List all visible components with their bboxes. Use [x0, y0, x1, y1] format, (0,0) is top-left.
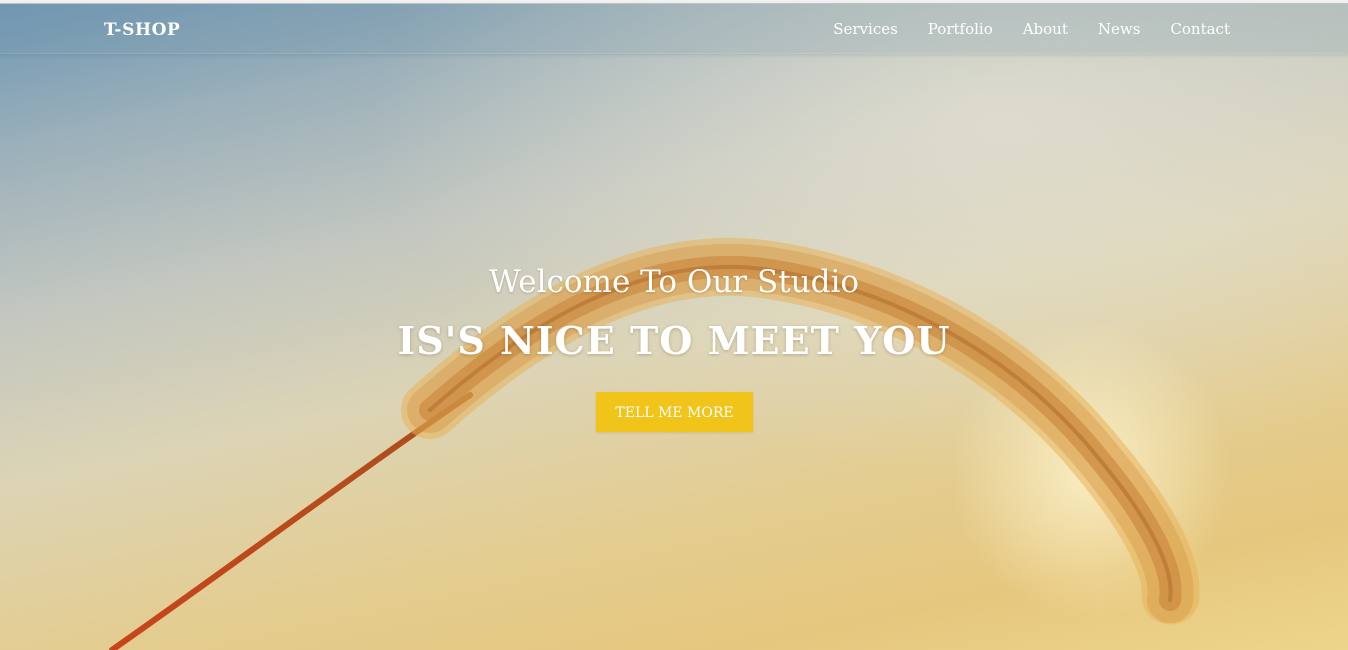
nav-link-news[interactable]: News: [1098, 20, 1141, 38]
tell-me-more-button[interactable]: TELL ME MORE: [596, 392, 753, 432]
brand-logo[interactable]: T-SHOP: [104, 20, 180, 40]
nav-link-contact[interactable]: Contact: [1170, 20, 1230, 38]
navbar: T-SHOP Services Portfolio About News Con…: [0, 4, 1348, 54]
main-nav: Services Portfolio About News Contact: [833, 20, 1230, 38]
hero-subtitle: Welcome To Our Studio: [488, 264, 860, 300]
hero-headline: IS'S NICE TO MEET YOU: [397, 318, 951, 363]
nav-link-about[interactable]: About: [1023, 20, 1068, 38]
hero-page: T-SHOP Services Portfolio About News Con…: [0, 0, 1348, 650]
nav-link-portfolio[interactable]: Portfolio: [928, 20, 993, 38]
nav-link-services[interactable]: Services: [833, 20, 898, 38]
